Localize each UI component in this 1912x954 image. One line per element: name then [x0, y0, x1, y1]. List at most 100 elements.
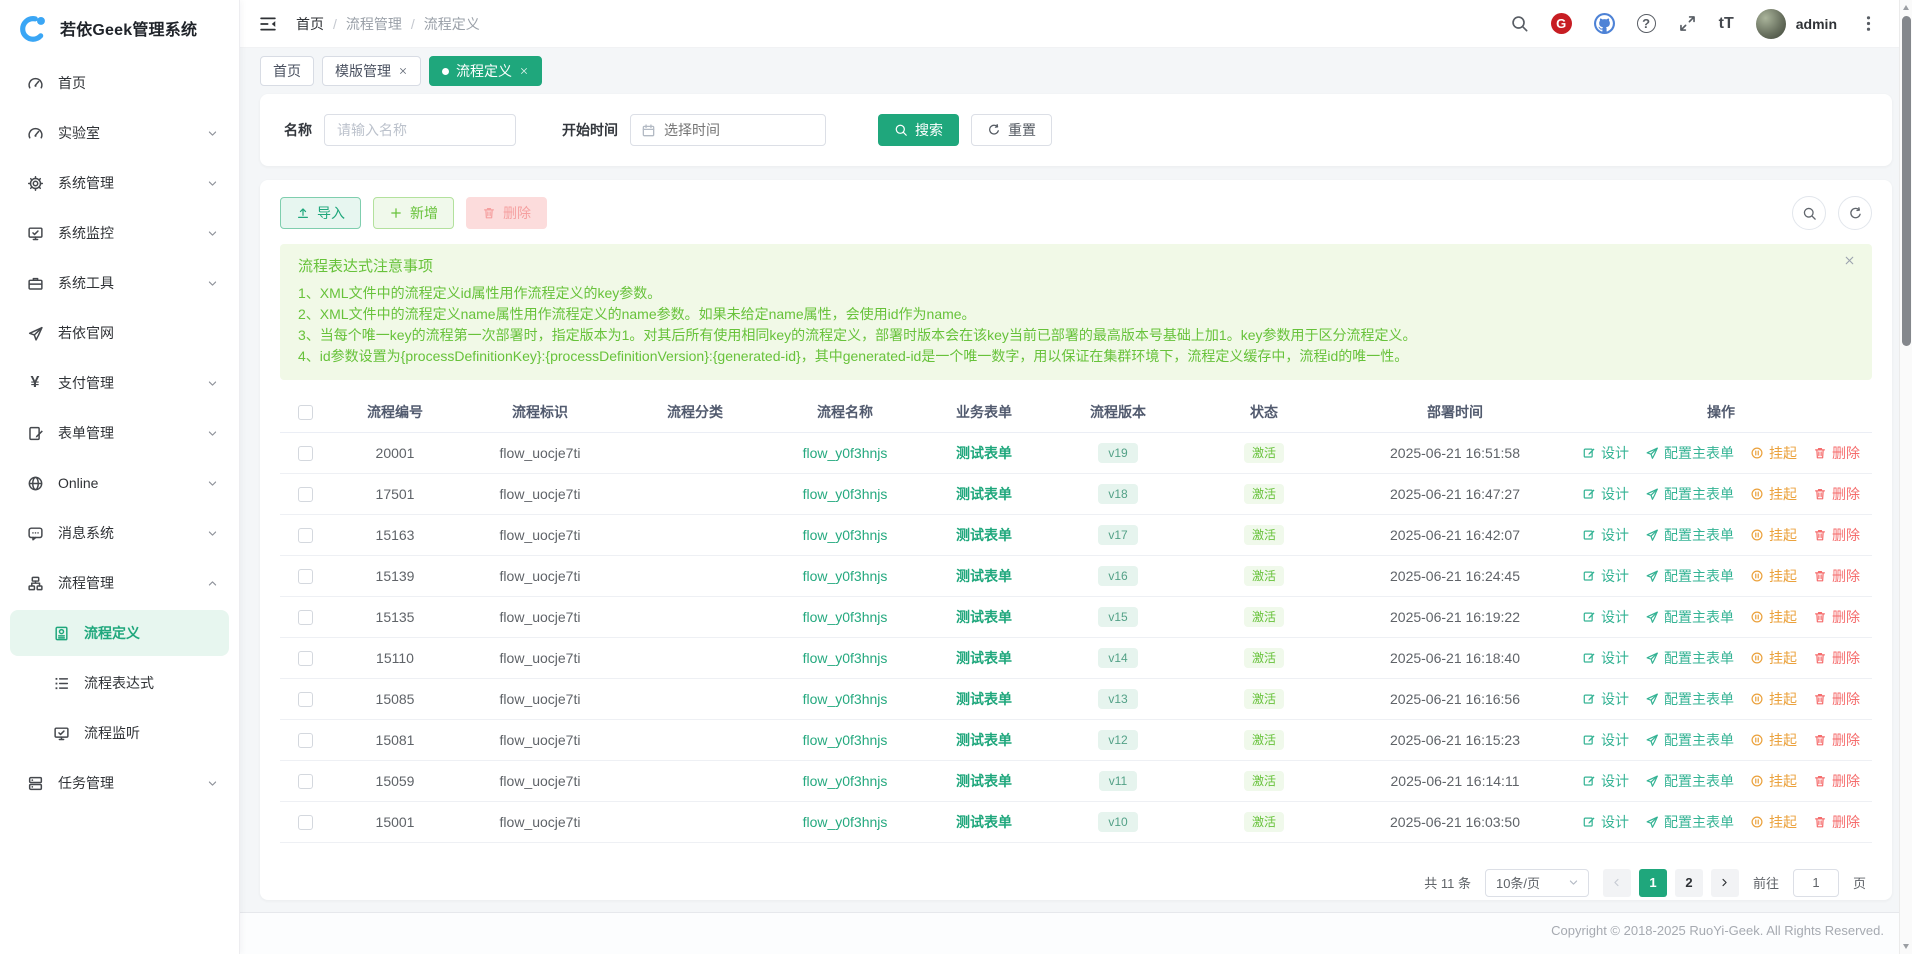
toggle-search-button[interactable]: [1792, 196, 1826, 230]
sidebar-collapse-icon[interactable]: [258, 14, 278, 34]
breadcrumb-item[interactable]: 流程定义: [424, 14, 480, 34]
action-config-main-form[interactable]: 配置主表单: [1645, 607, 1734, 627]
action-config-main-form[interactable]: 配置主表单: [1645, 525, 1734, 545]
action-delete[interactable]: 删除: [1813, 443, 1860, 463]
business-form-link[interactable]: 测试表单: [956, 609, 1012, 625]
action-suspend[interactable]: 挂起: [1750, 443, 1797, 463]
row-checkbox[interactable]: [298, 446, 313, 461]
action-design[interactable]: 设计: [1582, 730, 1629, 750]
user-name[interactable]: admin: [1796, 16, 1837, 32]
row-checkbox[interactable]: [298, 815, 313, 830]
action-design[interactable]: 设计: [1582, 443, 1629, 463]
start-time-input[interactable]: [664, 122, 815, 138]
process-name-link[interactable]: flow_y0f3hnjs: [803, 486, 888, 502]
close-icon[interactable]: [519, 66, 529, 76]
scrollbar-up-arrow[interactable]: [1903, 5, 1909, 10]
search-button[interactable]: 搜索: [878, 114, 959, 146]
action-suspend[interactable]: 挂起: [1750, 730, 1797, 750]
process-name-link[interactable]: flow_y0f3hnjs: [803, 814, 888, 830]
add-button[interactable]: 新增: [373, 197, 454, 229]
process-name-link[interactable]: flow_y0f3hnjs: [803, 527, 888, 543]
business-form-link[interactable]: 测试表单: [956, 445, 1012, 461]
question-icon[interactable]: ?: [1637, 14, 1656, 33]
action-delete[interactable]: 删除: [1813, 689, 1860, 709]
sidebar-item-task[interactable]: 任务管理: [0, 758, 239, 808]
action-suspend[interactable]: 挂起: [1750, 607, 1797, 627]
scrollbar-thumb[interactable]: [1902, 16, 1911, 346]
action-delete[interactable]: 删除: [1813, 648, 1860, 668]
action-design[interactable]: 设计: [1582, 648, 1629, 668]
action-design[interactable]: 设计: [1582, 566, 1629, 586]
sidebar-item-system[interactable]: 系统管理: [0, 158, 239, 208]
process-name-link[interactable]: flow_y0f3hnjs: [803, 773, 888, 789]
action-config-main-form[interactable]: 配置主表单: [1645, 484, 1734, 504]
process-name-link[interactable]: flow_y0f3hnjs: [803, 650, 888, 666]
action-suspend[interactable]: 挂起: [1750, 484, 1797, 504]
action-delete[interactable]: 删除: [1813, 730, 1860, 750]
row-checkbox[interactable]: [298, 651, 313, 666]
row-checkbox[interactable]: [298, 569, 313, 584]
kebab-icon[interactable]: [1859, 14, 1878, 33]
action-config-main-form[interactable]: 配置主表单: [1645, 812, 1734, 832]
sidebar-item-monitor[interactable]: 系统监控: [0, 208, 239, 258]
process-name-link[interactable]: flow_y0f3hnjs: [803, 732, 888, 748]
browser-scrollbar[interactable]: [1899, 0, 1912, 954]
tab-首页[interactable]: 首页: [260, 56, 314, 86]
action-suspend[interactable]: 挂起: [1750, 771, 1797, 791]
action-design[interactable]: 设计: [1582, 484, 1629, 504]
start-time-picker[interactable]: [630, 114, 826, 146]
import-button[interactable]: 导入: [280, 197, 361, 229]
goto-page-input[interactable]: [1793, 869, 1839, 897]
process-name-link[interactable]: flow_y0f3hnjs: [803, 568, 888, 584]
sidebar-item-online[interactable]: Online: [0, 458, 239, 508]
sidebar-item-process[interactable]: 流程管理: [0, 558, 239, 608]
page-size-select[interactable]: 10条/页: [1485, 869, 1589, 897]
business-form-link[interactable]: 测试表单: [956, 486, 1012, 502]
business-form-link[interactable]: 测试表单: [956, 732, 1012, 748]
action-config-main-form[interactable]: 配置主表单: [1645, 443, 1734, 463]
sidebar-item-process-definition[interactable]: 流程定义: [10, 610, 229, 656]
reset-button[interactable]: 重置: [971, 114, 1052, 146]
action-config-main-form[interactable]: 配置主表单: [1645, 648, 1734, 668]
sidebar-item-message[interactable]: 消息系统: [0, 508, 239, 558]
action-delete[interactable]: 删除: [1813, 607, 1860, 627]
page-button-1[interactable]: 1: [1639, 869, 1667, 897]
sidebar-item-tools[interactable]: 系统工具: [0, 258, 239, 308]
sidebar-item-process-expression[interactable]: 流程表达式: [0, 658, 239, 708]
fullscreen-icon[interactable]: [1678, 14, 1697, 33]
process-name-link[interactable]: flow_y0f3hnjs: [803, 691, 888, 707]
action-design[interactable]: 设计: [1582, 689, 1629, 709]
sidebar-item-official-site[interactable]: 若依官网: [0, 308, 239, 358]
action-delete[interactable]: 删除: [1813, 566, 1860, 586]
fontsize-icon[interactable]: tT: [1719, 15, 1734, 33]
tab-流程定义[interactable]: 流程定义: [429, 56, 542, 86]
action-delete[interactable]: 删除: [1813, 484, 1860, 504]
action-suspend[interactable]: 挂起: [1750, 648, 1797, 668]
action-delete[interactable]: 删除: [1813, 525, 1860, 545]
action-config-main-form[interactable]: 配置主表单: [1645, 689, 1734, 709]
action-suspend[interactable]: 挂起: [1750, 689, 1797, 709]
tab-模版管理[interactable]: 模版管理: [322, 56, 421, 86]
search-icon[interactable]: [1510, 14, 1529, 33]
sidebar-item-payment[interactable]: ¥支付管理: [0, 358, 239, 408]
action-design[interactable]: 设计: [1582, 607, 1629, 627]
sidebar-item-lab[interactable]: 实验室: [0, 108, 239, 158]
action-suspend[interactable]: 挂起: [1750, 525, 1797, 545]
action-config-main-form[interactable]: 配置主表单: [1645, 771, 1734, 791]
delete-button[interactable]: 删除: [466, 197, 547, 229]
next-page-button[interactable]: [1711, 869, 1739, 897]
close-icon[interactable]: [1843, 254, 1856, 267]
action-design[interactable]: 设计: [1582, 812, 1629, 832]
action-suspend[interactable]: 挂起: [1750, 566, 1797, 586]
prev-page-button[interactable]: [1603, 869, 1631, 897]
close-icon[interactable]: [398, 66, 408, 76]
app-logo[interactable]: 若依Geek管理系统: [0, 0, 239, 56]
github-icon[interactable]: [1594, 13, 1615, 34]
row-checkbox[interactable]: [298, 487, 313, 502]
scrollbar-down-arrow[interactable]: [1903, 944, 1909, 949]
business-form-link[interactable]: 测试表单: [956, 568, 1012, 584]
business-form-link[interactable]: 测试表单: [956, 773, 1012, 789]
business-form-link[interactable]: 测试表单: [956, 814, 1012, 830]
action-design[interactable]: 设计: [1582, 525, 1629, 545]
breadcrumb-item[interactable]: 流程管理: [346, 14, 402, 34]
